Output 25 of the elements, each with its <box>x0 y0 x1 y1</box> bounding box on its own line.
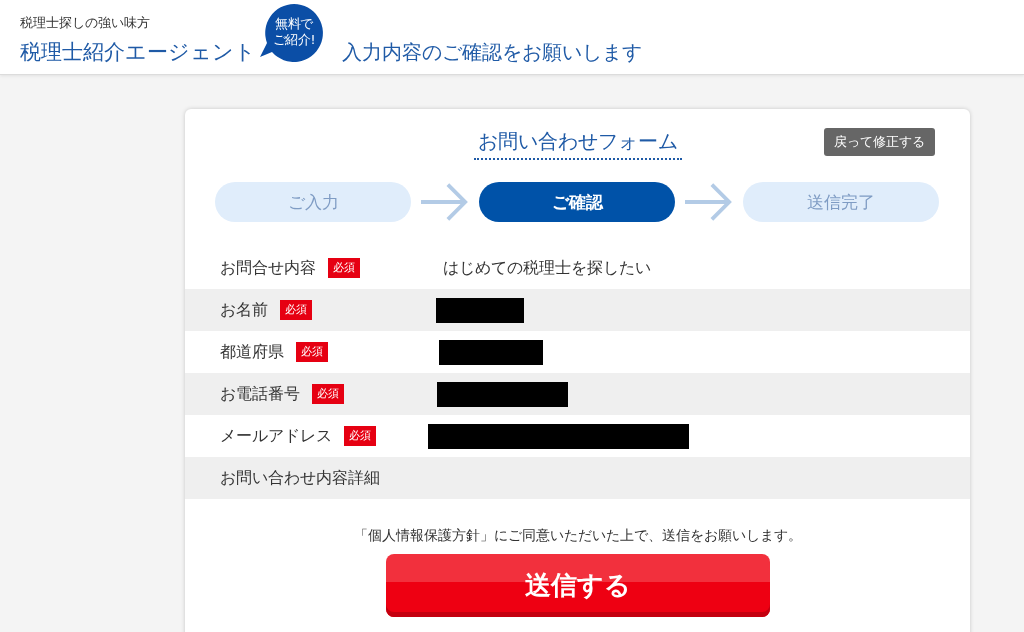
site-title: 税理士紹介エージェント <box>20 39 256 65</box>
required-tag: 必須 <box>296 342 328 362</box>
field-label: お問合せ内容 <box>220 257 316 279</box>
submit-button[interactable]: 送信する <box>385 554 770 617</box>
progress-step: 送信完了 <box>743 182 939 222</box>
back-to-edit-button[interactable]: 戻って修正する <box>824 127 935 156</box>
progress-step: ご確認 <box>479 182 675 222</box>
page-heading: 入力内容のご確認をお願いします <box>342 39 642 65</box>
field-label: お電話番号 <box>220 383 300 405</box>
field-label: メールアドレス <box>220 425 332 447</box>
speech-bubble-badge: 無料で ご紹介! <box>258 3 324 63</box>
required-tag: 必須 <box>328 258 360 278</box>
required-tag: 必須 <box>344 426 376 446</box>
arrow-right-icon <box>685 182 733 222</box>
field-label: 都道府県 <box>220 341 284 363</box>
arrow-right-icon <box>421 182 469 222</box>
required-tag: 必須 <box>280 300 312 320</box>
required-tag: 必須 <box>312 384 344 404</box>
field-label: お問い合わせ内容詳細 <box>220 467 380 489</box>
field-value: はじめての税理士を探したい <box>443 257 651 279</box>
site-tagline: 税理士探しの強い味方 <box>20 15 151 31</box>
progress-step: ご入力 <box>215 182 411 222</box>
field-label: お名前 <box>220 299 268 321</box>
form-title: お問い合わせフォーム <box>473 127 682 160</box>
consent-note: 「個人情報保護方針」にご同意いただいた上で、送信をお願いします。 <box>353 526 802 545</box>
